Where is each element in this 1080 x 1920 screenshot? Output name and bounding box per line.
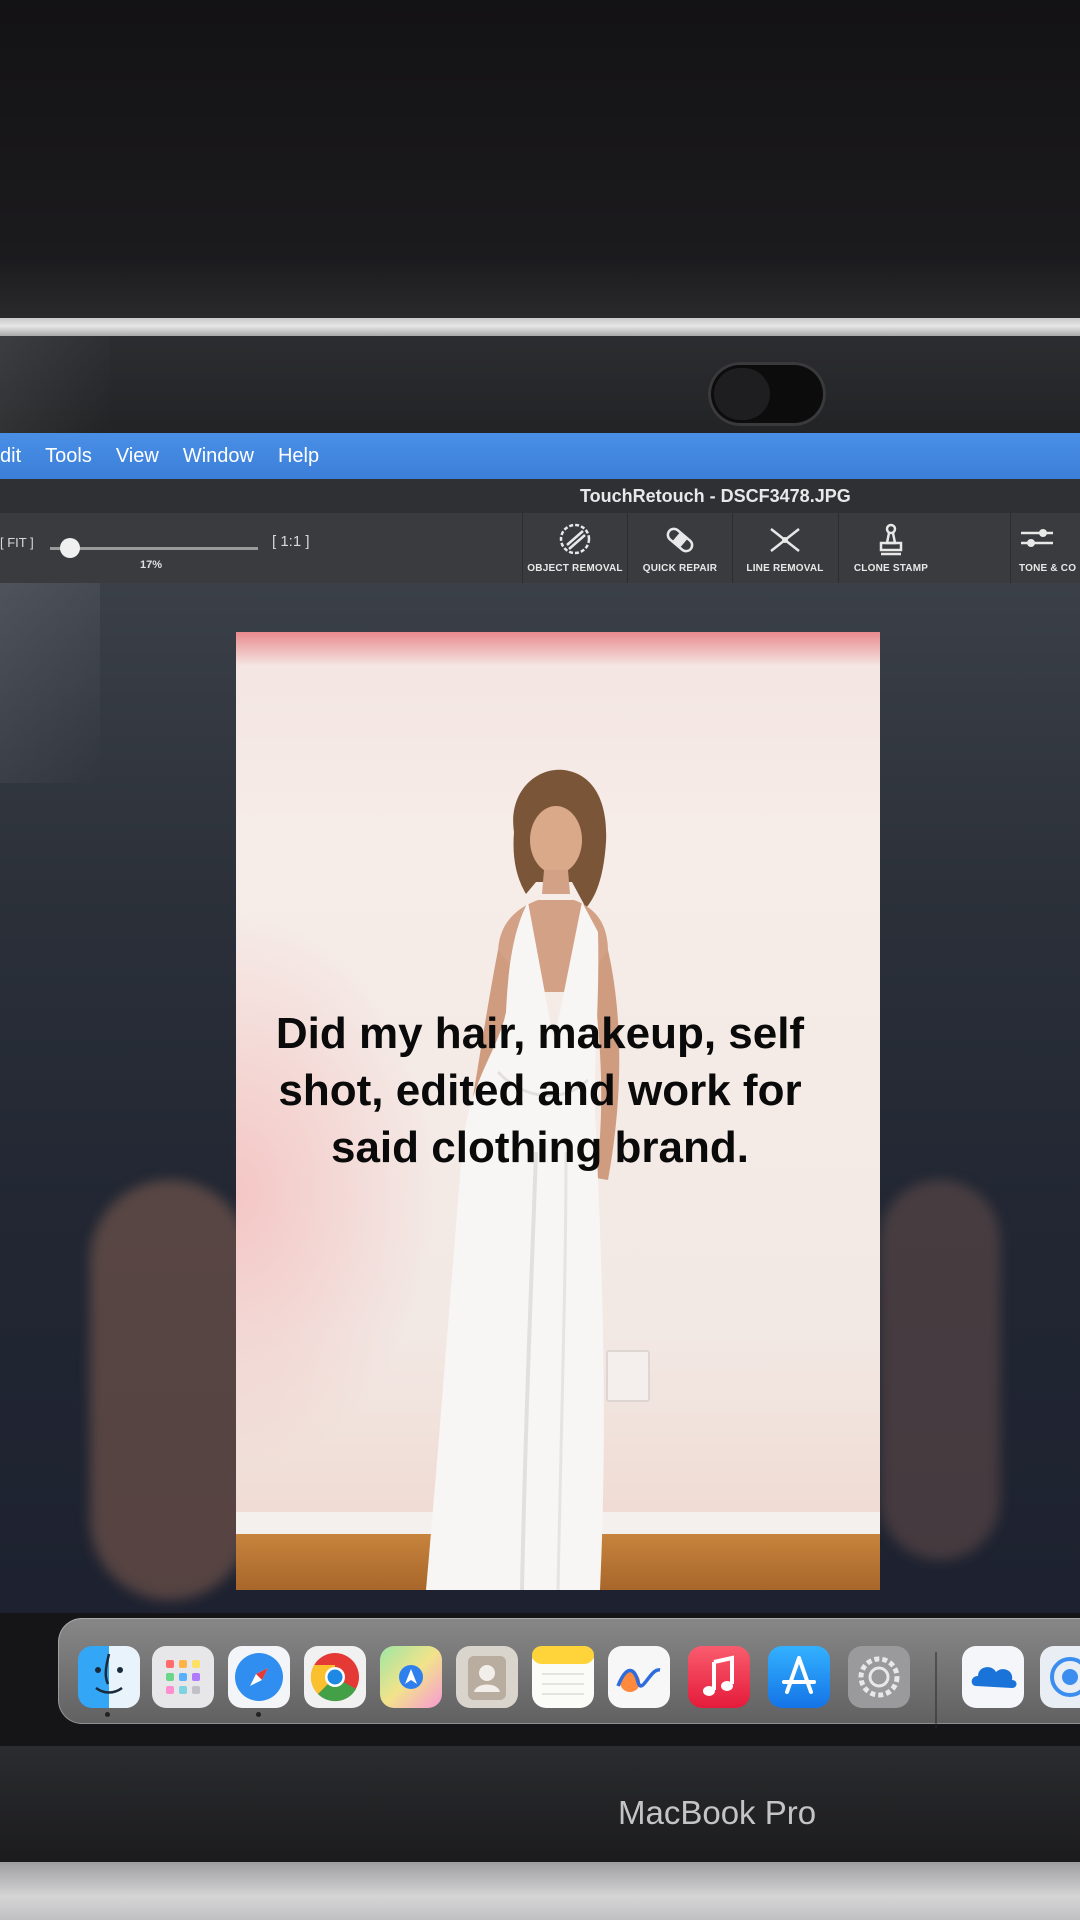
maps-icon[interactable] (380, 1646, 442, 1708)
window-title: TouchRetouch - DSCF3478.JPG (580, 486, 851, 506)
caption-line: shot, edited and work for (278, 1066, 802, 1115)
laptop-lid-edge (0, 318, 1080, 338)
line-removal-icon (733, 513, 837, 563)
contacts-icon[interactable] (456, 1646, 518, 1708)
tool-quick-repair[interactable]: QUICK REPAIR (627, 513, 732, 583)
bezel-reflection (0, 336, 110, 436)
menu-bar: dit Tools View Window Help (0, 433, 1080, 479)
tool-label: LINE REMOVAL (746, 563, 824, 574)
app-store-icon[interactable] (768, 1646, 830, 1708)
running-indicator (105, 1712, 110, 1717)
caption-line: Did my hair, makeup, self (275, 1009, 805, 1058)
menu-window[interactable]: Window (183, 445, 254, 468)
window-title-bar: TouchRetouch - DSCF3478.JPG (0, 479, 1080, 513)
tool-line-removal[interactable]: LINE REMOVAL (732, 513, 837, 583)
chrome-icon[interactable] (304, 1646, 366, 1708)
tool-tone-color[interactable]: TONE & CO (1010, 513, 1080, 583)
zoom-value: 17% (140, 559, 163, 571)
bandage-icon (628, 513, 732, 563)
launchpad-icon[interactable] (152, 1646, 214, 1708)
dock-separator (935, 1652, 937, 1728)
app-icon[interactable] (1040, 1646, 1080, 1708)
music-icon[interactable] (688, 1646, 750, 1708)
running-indicator (256, 1712, 261, 1717)
laptop-base (0, 1862, 1080, 1920)
tool-label: CLONE STAMP (853, 563, 929, 574)
screen-reflection (0, 583, 100, 783)
tool-label: OBJECT REMOVAL (527, 563, 623, 574)
webcam-cover (708, 362, 826, 426)
screen-reflection (90, 1180, 250, 1600)
safari-icon[interactable] (228, 1646, 290, 1708)
room-background (0, 0, 1080, 320)
tool-clone-stamp[interactable]: CLONE STAMP (838, 513, 943, 583)
fit-button[interactable]: [ FIT ] (0, 535, 34, 550)
video-caption: Did my hair, makeup, self shot, edited a… (200, 1005, 880, 1176)
screen-bezel (0, 336, 1080, 436)
zoom-slider-handle[interactable] (60, 538, 80, 558)
one-to-one-button[interactable]: [ 1:1 ] (272, 533, 310, 550)
screen-reflection (880, 1180, 1000, 1560)
tool-label: QUICK REPAIR (642, 563, 718, 574)
menu-tools[interactable]: Tools (45, 445, 92, 468)
menu-help[interactable]: Help (278, 445, 319, 468)
system-settings-icon[interactable] (848, 1646, 910, 1708)
finder-icon[interactable] (78, 1646, 140, 1708)
laptop-brand-label: MacBook Pro (618, 1794, 817, 1831)
stamp-icon (839, 513, 943, 563)
tool-object-removal[interactable]: OBJECT REMOVAL (522, 513, 627, 583)
tool-label: TONE & CO (1019, 563, 1077, 574)
menu-view[interactable]: View (116, 445, 159, 468)
toolbar: [ FIT ] 17% [ 1:1 ] OBJECT REMOVAL QUICK… (0, 513, 1080, 583)
object-removal-icon (523, 513, 627, 563)
sliders-icon (1019, 513, 1080, 563)
laptop-chin (0, 1746, 1080, 1871)
caption-line: said clothing brand. (330, 1123, 750, 1172)
freeform-icon[interactable] (608, 1646, 670, 1708)
menu-edit[interactable]: dit (0, 445, 21, 468)
zoom-slider-track[interactable] (50, 547, 258, 550)
onedrive-icon[interactable] (962, 1646, 1024, 1708)
notes-icon[interactable] (532, 1646, 594, 1708)
